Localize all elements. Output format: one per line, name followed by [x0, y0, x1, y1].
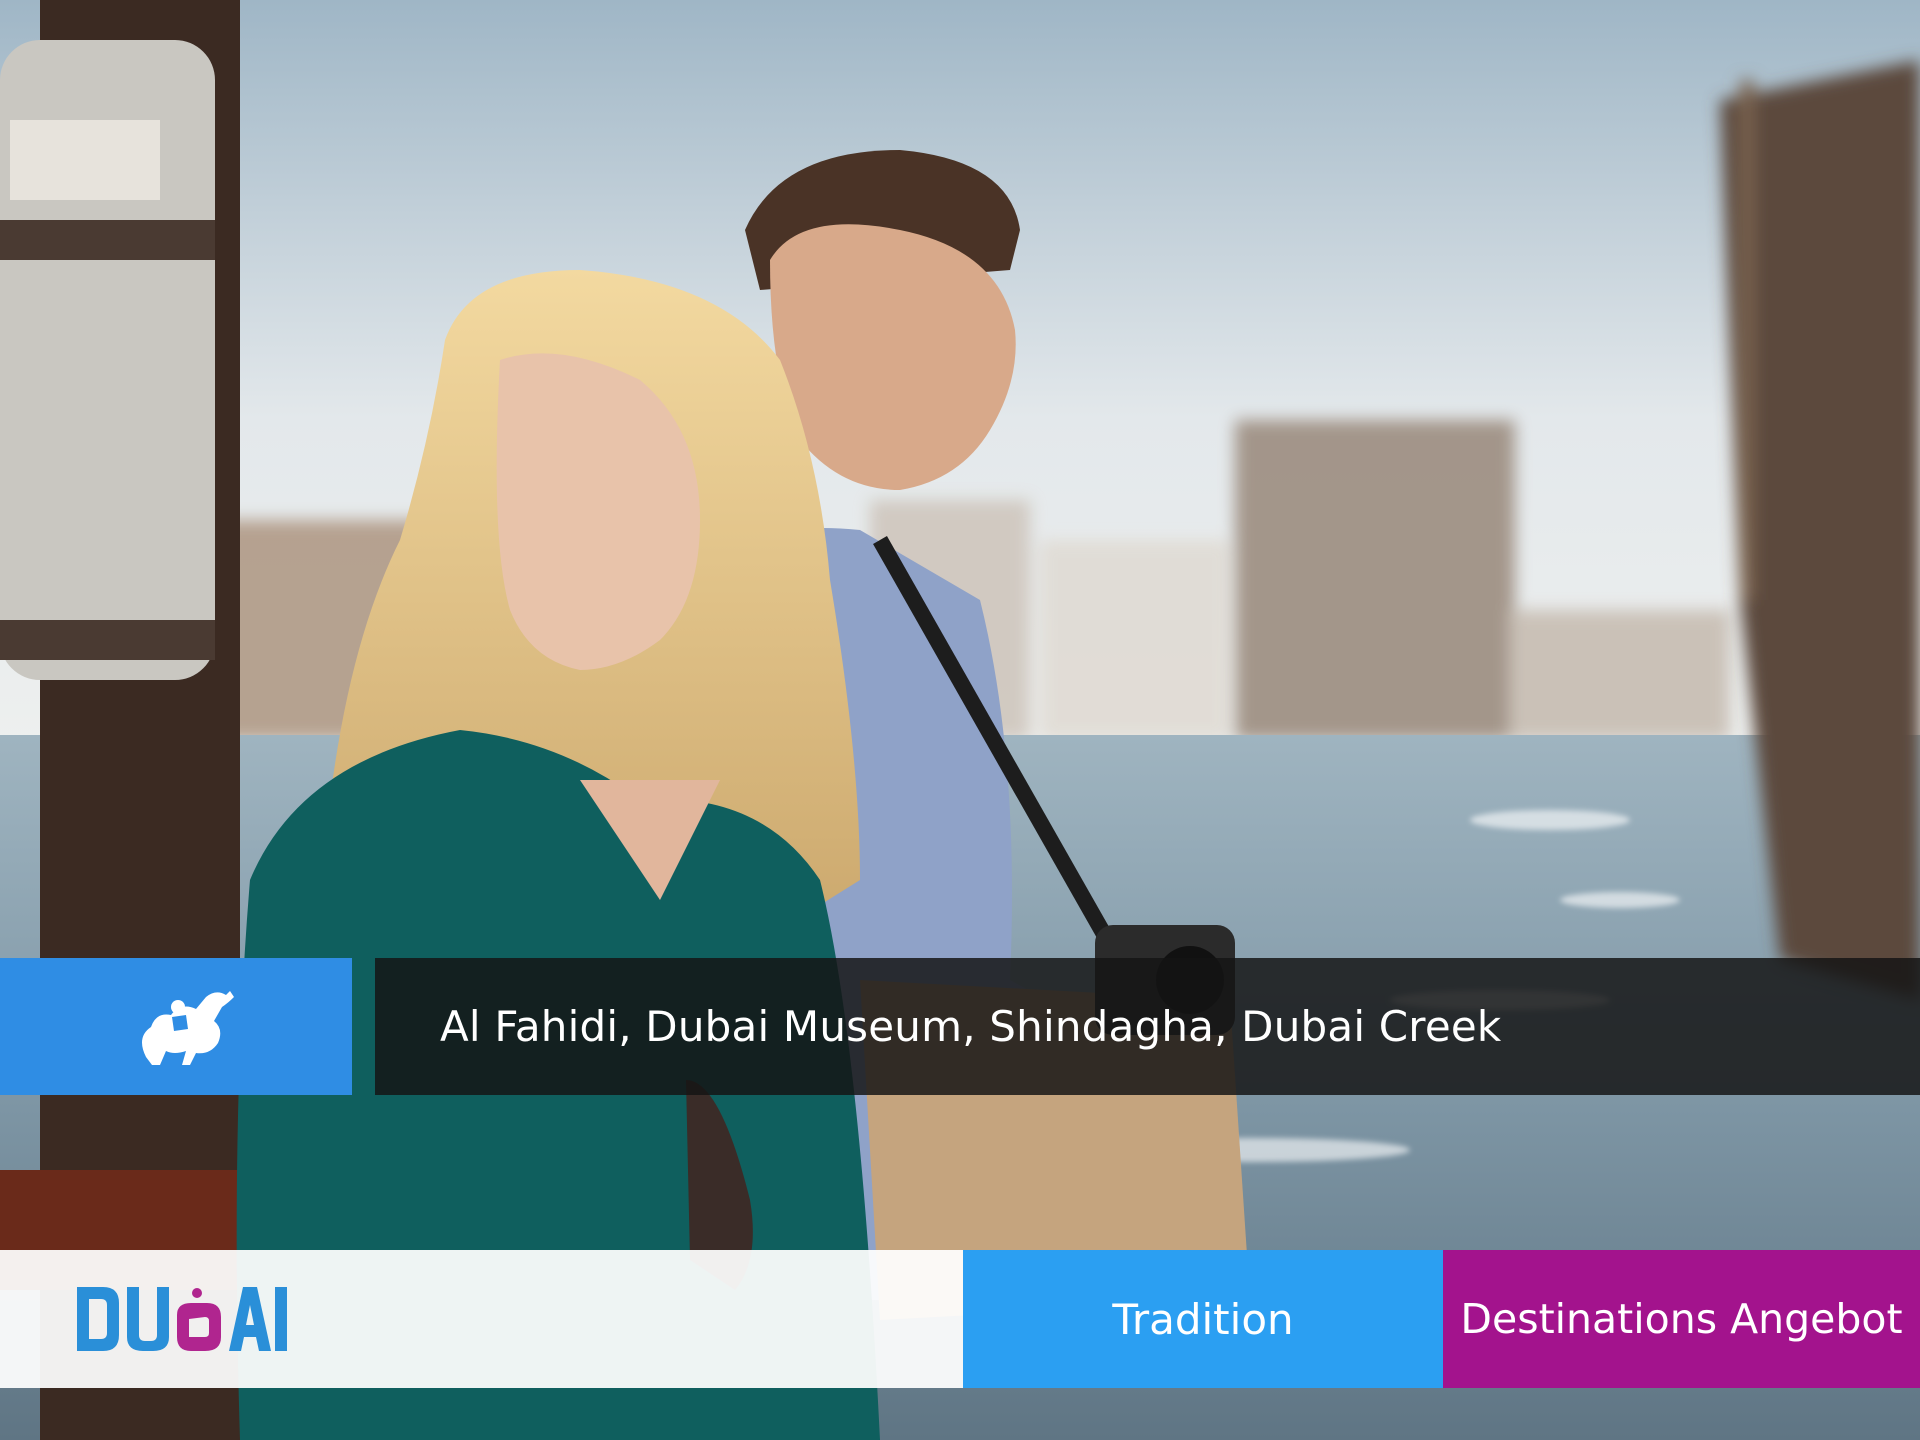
tag-destinations-label: Destinations Angebot	[1460, 1295, 1903, 1343]
caption-bar: Al Fahidi, Dubai Museum, Shindagha, Duba…	[375, 958, 1920, 1095]
tag-tradition-label: Tradition	[1112, 1294, 1294, 1344]
tag-destinations[interactable]: Destinations Angebot	[1443, 1250, 1920, 1388]
hero-photo-illustration	[0, 0, 1920, 1440]
hero-photo	[0, 0, 1920, 1440]
camel-rider-icon	[142, 990, 234, 1065]
tag-tradition[interactable]: Tradition	[963, 1250, 1443, 1388]
caption-text: Al Fahidi, Dubai Museum, Shindagha, Duba…	[440, 1002, 1502, 1051]
caption-icon-box	[0, 958, 352, 1095]
dubai-logo[interactable]	[75, 1279, 290, 1359]
footer-logo-area	[0, 1250, 963, 1388]
